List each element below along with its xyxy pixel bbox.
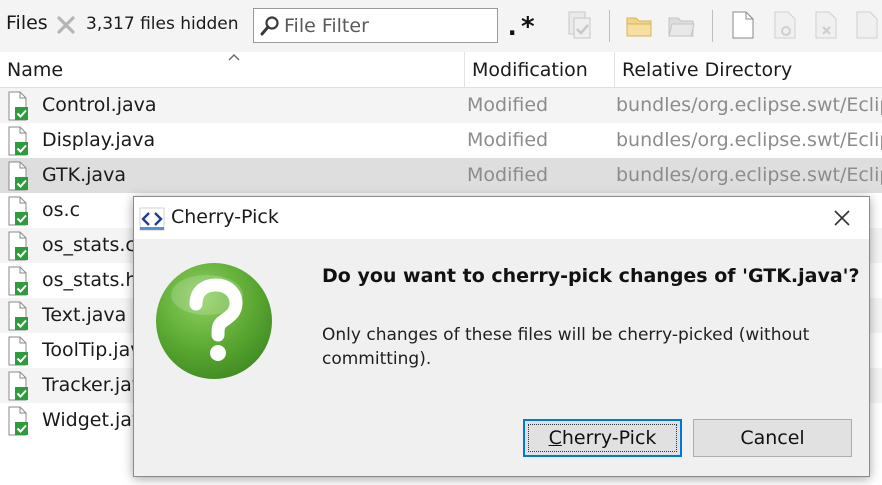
table-row[interactable]: Display.java Modified bundles/org.eclips… — [0, 123, 882, 158]
modified-file-icon — [8, 371, 28, 401]
question-icon — [156, 263, 272, 379]
table-row[interactable]: Control.java Modified bundles/org.eclips… — [0, 88, 882, 123]
open-folder-icon[interactable] — [625, 10, 653, 40]
modified-file-icon — [8, 231, 28, 261]
file-directory: bundles/org.eclipse.swt/Eclip — [616, 129, 882, 151]
cherry-pick-dialog: Cherry-Pick Do you want to cherry-pick c… — [133, 196, 870, 477]
file-filter-field[interactable] — [253, 8, 498, 43]
file-directory: bundles/org.eclipse.swt/Eclip — [616, 94, 882, 116]
search-icon — [260, 16, 279, 36]
column-header-relative-directory[interactable]: Relative Directory — [614, 52, 882, 88]
file-name: Control.java — [42, 94, 157, 116]
table-row-selected[interactable]: GTK.java Modified bundles/org.eclipse.sw… — [0, 158, 882, 193]
sort-ascending-icon — [228, 54, 240, 61]
cherry-pick-button[interactable]: Cherry-Pick — [523, 419, 682, 457]
file-properties-icon[interactable] — [771, 10, 799, 40]
toolbar-separator — [609, 10, 610, 42]
file-name: Display.java — [42, 129, 156, 151]
modified-file-icon — [8, 406, 28, 436]
file-icon[interactable] — [853, 10, 881, 40]
toolbar-separator — [712, 10, 713, 42]
explore-folder-icon[interactable] — [667, 10, 695, 40]
file-name: GTK.java — [42, 164, 126, 186]
files-title: Files — [6, 12, 48, 34]
modified-file-icon — [8, 336, 28, 366]
new-file-icon[interactable] — [729, 10, 757, 40]
dialog-message: Only changes of these files will be cher… — [322, 325, 810, 369]
file-filter-input[interactable] — [284, 12, 489, 39]
modified-file-icon — [8, 126, 28, 156]
modified-file-icon — [8, 266, 28, 296]
file-modification: Modified — [467, 164, 549, 186]
stage-file-icon[interactable] — [565, 10, 593, 40]
modified-file-icon — [8, 91, 28, 121]
files-toolbar: Files 3,317 files hidden .* — [0, 0, 882, 52]
modified-file-icon — [8, 301, 28, 331]
file-directory: bundles/org.eclipse.swt/Eclip — [616, 164, 882, 186]
column-header-modification[interactable]: Modification — [464, 52, 614, 88]
app-logo-icon — [139, 207, 165, 231]
modified-file-icon — [8, 196, 28, 226]
dialog-heading: Do you want to cherry-pick changes of 'G… — [322, 265, 860, 287]
file-modification: Modified — [467, 94, 549, 116]
dialog-titlebar[interactable]: Cherry-Pick — [134, 197, 869, 239]
regex-toggle-button[interactable]: .* — [503, 10, 537, 44]
dialog-title: Cherry-Pick — [171, 206, 279, 228]
cancel-button[interactable]: Cancel — [693, 419, 852, 457]
cherry-pick-button-label: Cherry-Pick — [549, 427, 657, 449]
accelerator-key: C — [548, 427, 562, 449]
modified-file-icon — [8, 161, 28, 191]
clear-hidden-icon[interactable] — [56, 15, 76, 35]
button-label-rest: herry-Pick — [561, 427, 657, 449]
file-table-header: Name Modification Relative Directory — [0, 52, 882, 88]
hidden-files-count: 3,317 files hidden — [86, 14, 239, 34]
delete-file-icon[interactable] — [812, 10, 840, 40]
file-modification: Modified — [467, 129, 549, 151]
close-icon[interactable] — [828, 204, 856, 232]
